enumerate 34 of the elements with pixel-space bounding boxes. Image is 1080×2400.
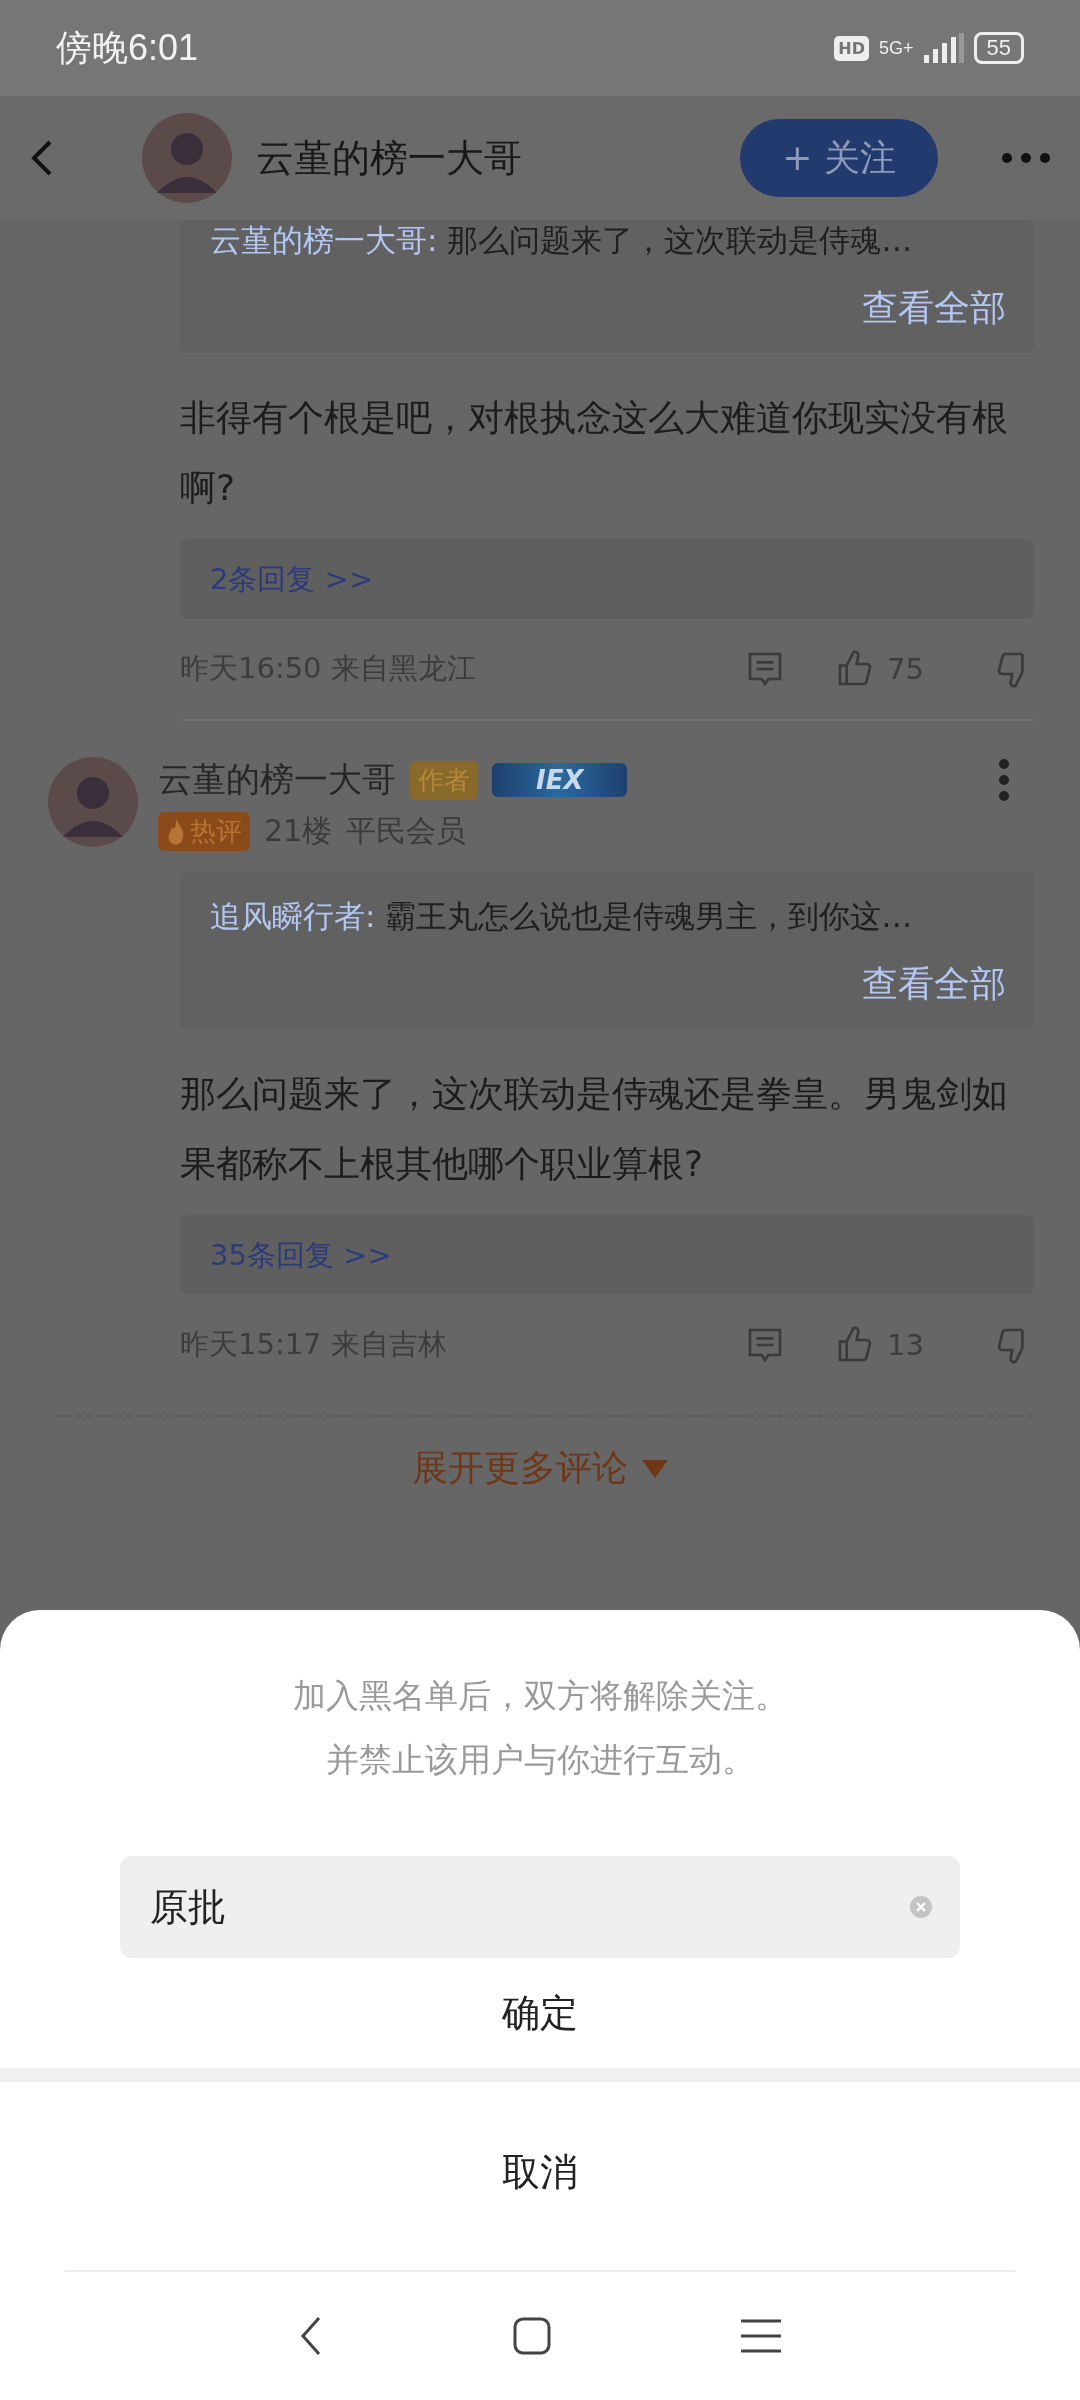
avatar[interactable] [48, 757, 138, 847]
avatar[interactable] [142, 113, 232, 203]
quoted-reply[interactable]: 追风瞬行者: 霸王丸怎么说也是侍魂男主，到你这… 查看全部 [180, 872, 1034, 1029]
comment-text: 那么问题来了，这次联动是侍魂还是拳皇。男鬼剑如果都称不上根其他哪个职业算根? [180, 1072, 1009, 1186]
hd-indicator: HD [834, 35, 869, 61]
nav-back-icon[interactable] [299, 2316, 323, 2356]
clear-icon[interactable] [910, 1896, 932, 1918]
network-label: 5G+ [879, 37, 914, 59]
nav-menu-icon[interactable] [741, 2319, 781, 2353]
quote-text: 霸王丸怎么说也是侍魂男主，到你这… [385, 898, 913, 934]
view-all-link[interactable]: 查看全部 [862, 960, 1006, 1009]
caret-icon [642, 1459, 668, 1478]
cancel-button[interactable]: 取消 [0, 2082, 1080, 2262]
quoted-reply[interactable]: 云堇的榜一大哥: 那么问题来了，这次联动是侍魂… 查看全部 [180, 220, 1034, 353]
quote-author[interactable]: 追风瞬行者: [210, 898, 376, 934]
signal-icon [923, 33, 964, 63]
view-all-link[interactable]: 查看全部 [862, 284, 1006, 333]
quote-author[interactable]: 云堇的榜一大哥: [210, 222, 438, 258]
status-time: 傍晚6:01 [56, 25, 199, 70]
header-username: 云堇的榜一大哥 [256, 134, 523, 182]
comment-text: 非得有个根是吧，对根执念这么大难道你现实没有根啊? [180, 396, 1009, 510]
more-icon[interactable] [1002, 153, 1050, 163]
follow-button[interactable]: + 关注 [740, 119, 938, 197]
back-icon[interactable] [30, 139, 54, 177]
reason-input-field[interactable]: 原批 [120, 1856, 960, 1958]
emblem-badge: IEX [492, 763, 628, 797]
blacklist-message: 加入黑名单后，双方将解除关注。 并禁止该用户与你进行互动。 [292, 1675, 788, 1781]
username[interactable]: 云堇的榜一大哥 [158, 757, 396, 803]
confirm-button[interactable]: 确定 [0, 1958, 1080, 2068]
quote-text: 那么问题来了，这次联动是侍魂… [447, 222, 913, 258]
flame-icon [166, 818, 186, 845]
nav-home-icon[interactable] [513, 2317, 551, 2355]
more-icon[interactable] [998, 758, 1010, 802]
battery-indicator: 55 [973, 32, 1024, 64]
